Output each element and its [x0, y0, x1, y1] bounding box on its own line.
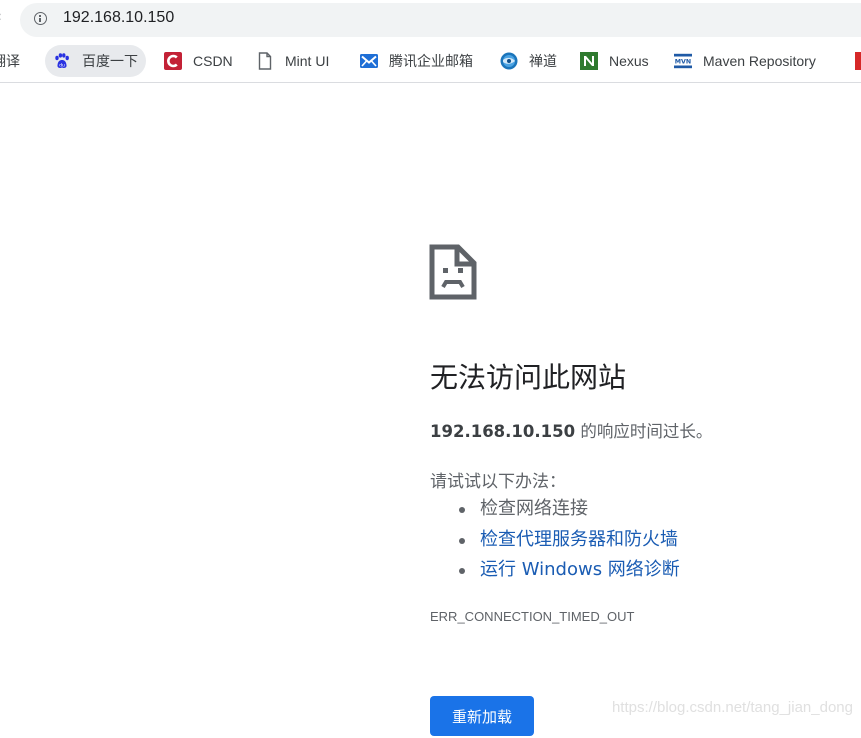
error-message: 的响应时间过长。 [575, 422, 713, 441]
try-label: 请试试以下办法： [430, 472, 566, 492]
page-icon [256, 52, 274, 70]
bookmark-label: 百度一下 [82, 53, 138, 69]
partial-red-icon [855, 52, 861, 70]
bookmark-label: CSDN [193, 53, 233, 69]
bookmarks-bar: 翻译 du 百度一下 CSDN [0, 41, 861, 81]
suggestion-list: 检查网络连接 检查代理服务器和防火墙 运行 Windows 网络诊断 [430, 494, 680, 586]
tencent-mail-icon [360, 52, 378, 70]
suggestion-check-proxy-link[interactable]: 检查代理服务器和防火墙 [430, 525, 680, 556]
bookmark-label: Maven Repository [703, 53, 816, 69]
sad-page-icon [429, 244, 477, 300]
url-text[interactable]: 192.168.10.150 [63, 9, 174, 27]
bookmark-mint-ui[interactable]: Mint UI [256, 45, 329, 77]
nexus-icon [580, 52, 598, 70]
watermark: https://blog.csdn.net/tang_jian_dong [611, 699, 853, 716]
bookmark-label: Mint UI [285, 53, 330, 69]
bookmark-baidu[interactable]: du 百度一下 [45, 45, 146, 77]
site-info-icon[interactable] [34, 12, 47, 25]
suggestion-check-network: 检查网络连接 [430, 494, 680, 525]
bookmark-nexus[interactable]: Nexus [580, 45, 649, 77]
suggestion-run-diagnostics-link[interactable]: 运行 Windows 网络诊断 [430, 555, 680, 586]
zentao-icon [500, 52, 518, 70]
svg-text:MVN: MVN [675, 59, 691, 66]
toolbar-divider [0, 82, 861, 83]
error-title: 无法访问此网站 [430, 361, 627, 394]
svg-text:du: du [59, 62, 65, 68]
bookmark-partial[interactable] [855, 45, 861, 77]
bookmark-label: Nexus [609, 53, 649, 69]
bookmark-csdn[interactable]: CSDN [164, 45, 233, 77]
bookmark-label: 翻译 [0, 53, 20, 69]
back-button-partial[interactable]: ‹ [0, 9, 2, 25]
bookmark-label: 腾讯企业邮箱 [389, 53, 473, 69]
error-host: 192.168.10.150 [430, 422, 576, 441]
bookmark-label: 禅道 [529, 53, 557, 69]
error-description: 192.168.10.150 的响应时间过长。 [430, 418, 712, 442]
bookmark-tencent-mail[interactable]: 腾讯企业邮箱 [360, 45, 473, 77]
baidu-paw-icon: du [53, 52, 71, 70]
bookmark-zentao[interactable]: 禅道 [500, 45, 557, 77]
address-bar-row: ‹ 192.168.10.150 [0, 0, 861, 40]
mvn-icon: MVN [674, 52, 692, 70]
bookmark-translate[interactable]: 翻译 [0, 45, 20, 77]
csdn-icon [164, 52, 182, 70]
reload-button[interactable]: 重新加载 [430, 696, 534, 736]
error-code: ERR_CONNECTION_TIMED_OUT [430, 609, 635, 624]
bookmark-maven-repository[interactable]: MVN Maven Repository [674, 45, 816, 77]
